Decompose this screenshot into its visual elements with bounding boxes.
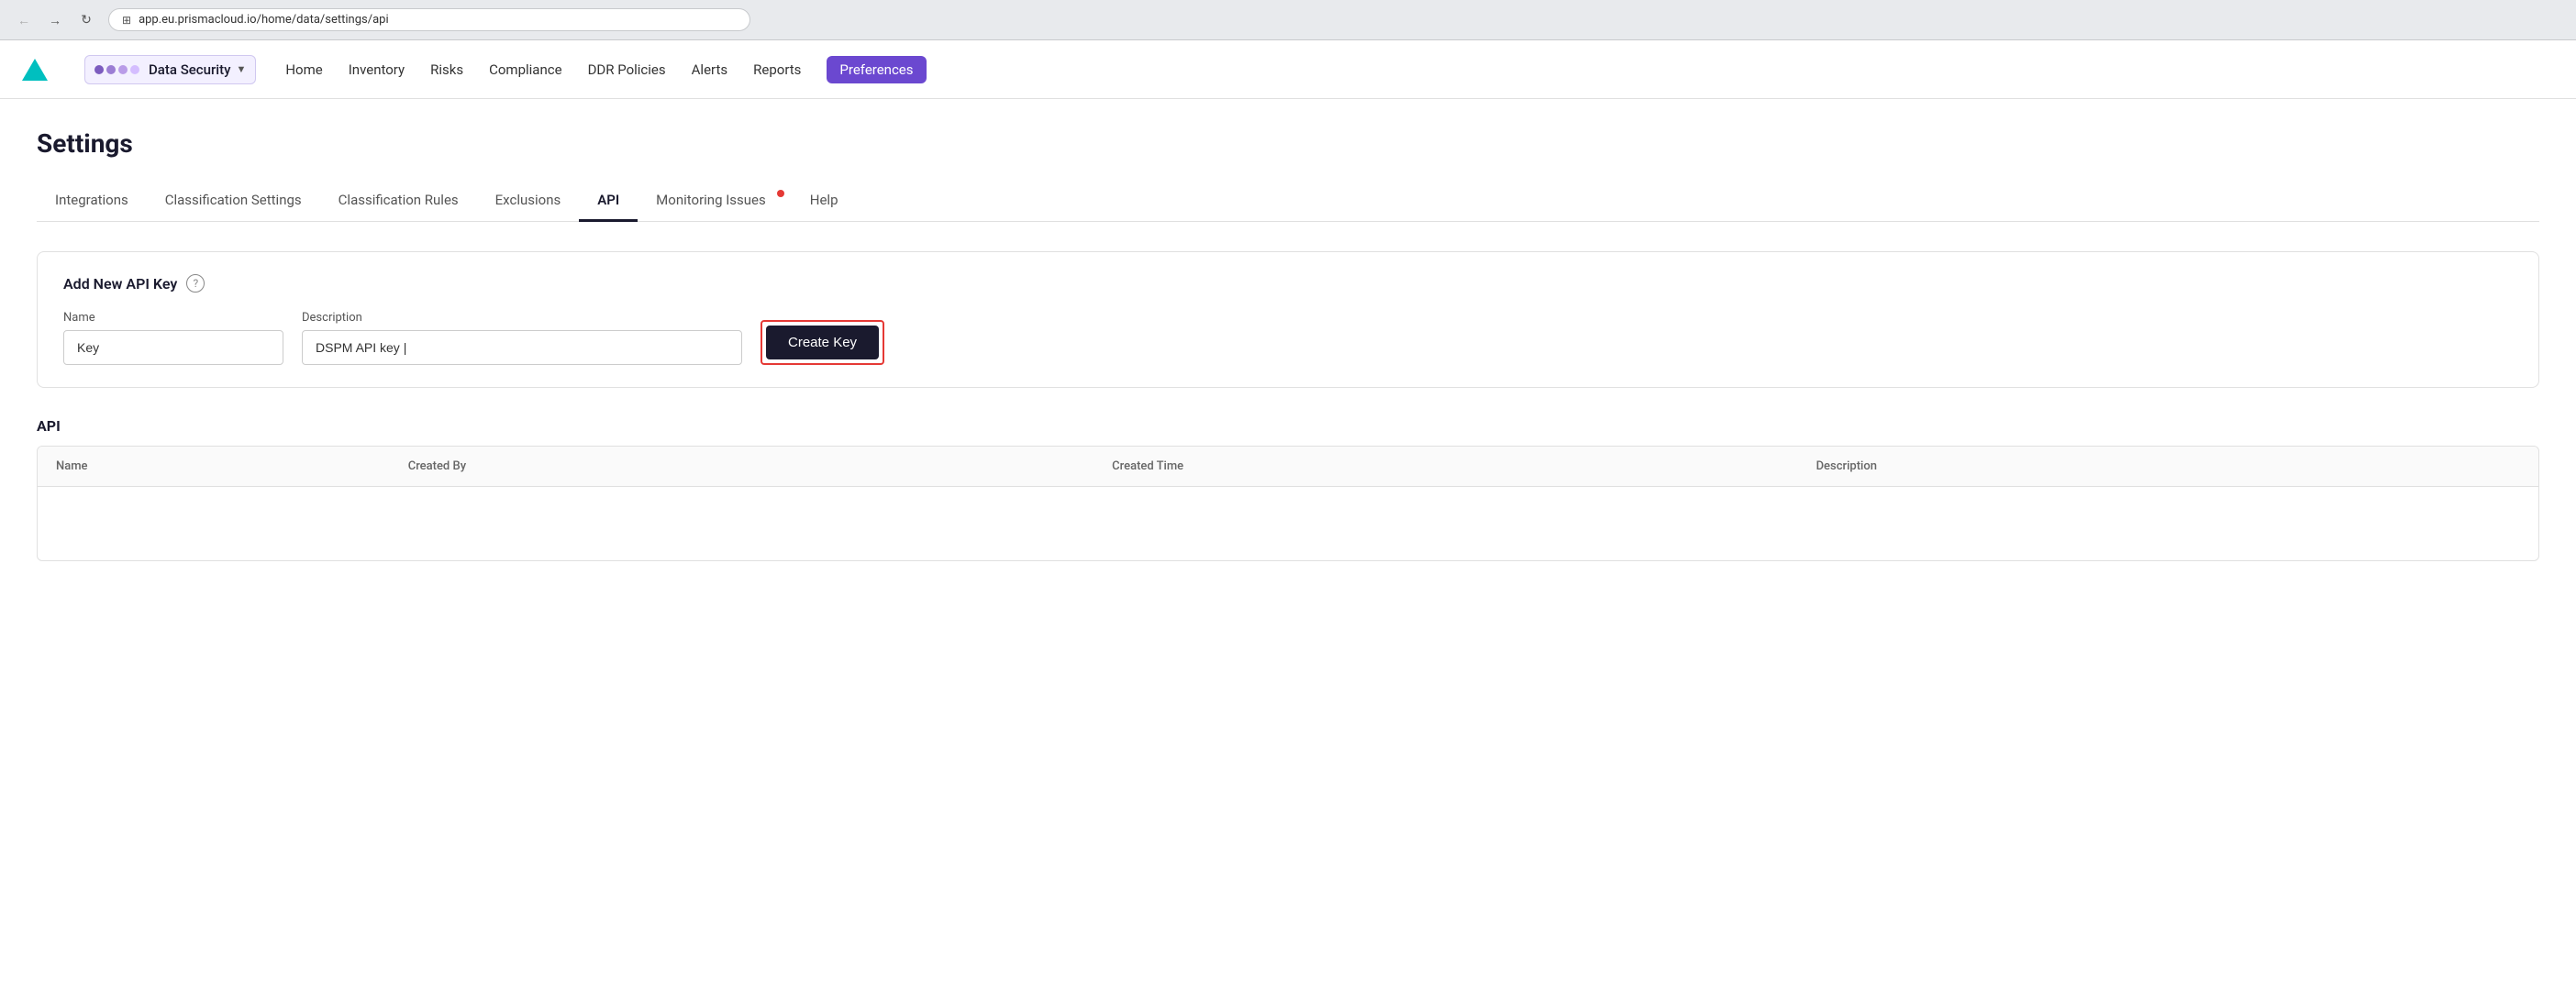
name-input[interactable] — [63, 330, 283, 365]
browser-chrome: ← → ↻ ⊞ app.eu.prismacloud.io/home/data/… — [0, 0, 2576, 40]
description-label: Description — [302, 311, 742, 325]
brand-dot-2 — [106, 65, 116, 74]
name-label: Name — [63, 311, 283, 325]
brand-dropdown[interactable]: Data Security ▼ — [84, 55, 256, 84]
table-header-row: Name Created By Created Time Description — [38, 447, 2538, 487]
form-row: Name Description Create Key — [63, 311, 2513, 365]
nav-item-ddr-policies[interactable]: DDR Policies — [588, 58, 666, 82]
col-name: Name — [56, 459, 408, 473]
address-bar-icon: ⊞ — [122, 14, 131, 27]
tab-help[interactable]: Help — [792, 181, 857, 222]
nav-item-alerts[interactable]: Alerts — [692, 58, 728, 82]
brand-dot-1 — [94, 65, 104, 74]
page-content: Settings Integrations Classification Set… — [0, 99, 2576, 994]
tab-monitoring-issues[interactable]: Monitoring Issues — [638, 181, 792, 222]
brand-dot-4 — [130, 65, 139, 74]
col-created-by: Created By — [408, 459, 1112, 473]
section-header: Add New API Key ? — [63, 274, 2513, 293]
section-header-title: Add New API Key — [63, 275, 177, 293]
brand-label: Data Security — [149, 61, 230, 78]
help-icon[interactable]: ? — [186, 274, 205, 293]
browser-nav-buttons: ← → ↻ — [11, 7, 99, 33]
table-empty-row — [38, 487, 2538, 560]
page-title: Settings — [37, 128, 2539, 159]
prisma-logo-icon — [22, 59, 48, 81]
app-shell: Data Security ▼ Home Inventory Risks Com… — [0, 40, 2576, 994]
tab-integrations[interactable]: Integrations — [37, 181, 147, 222]
tab-classification-rules[interactable]: Classification Rules — [320, 181, 477, 222]
description-field: Description — [302, 311, 742, 365]
nav-item-inventory[interactable]: Inventory — [349, 58, 405, 82]
brand-dot-3 — [118, 65, 128, 74]
nav-logo — [22, 59, 48, 81]
tab-classification-settings[interactable]: Classification Settings — [147, 181, 320, 222]
tab-exclusions[interactable]: Exclusions — [477, 181, 580, 222]
back-button[interactable]: ← — [11, 7, 37, 33]
address-bar[interactable]: ⊞ app.eu.prismacloud.io/home/data/settin… — [108, 8, 750, 31]
nav-item-home[interactable]: Home — [285, 58, 322, 82]
col-created-time: Created Time — [1112, 459, 1815, 473]
api-section-title: API — [37, 417, 2539, 435]
forward-button[interactable]: → — [42, 7, 68, 33]
col-description: Description — [1816, 459, 2520, 473]
name-field: Name — [63, 311, 283, 365]
create-key-wrapper: Create Key — [761, 320, 884, 365]
nav-item-compliance[interactable]: Compliance — [489, 58, 561, 82]
api-table: Name Created By Created Time Description — [37, 446, 2539, 561]
api-section: API Name Created By Created Time Descrip… — [37, 417, 2539, 561]
monitoring-issues-badge — [777, 190, 784, 197]
reload-button[interactable]: ↻ — [73, 7, 99, 33]
nav-item-reports[interactable]: Reports — [753, 58, 801, 82]
address-bar-url: app.eu.prismacloud.io/home/data/settings… — [139, 13, 389, 27]
create-key-button[interactable]: Create Key — [766, 326, 879, 359]
nav-menu: Home Inventory Risks Compliance DDR Poli… — [285, 56, 926, 83]
brand-chevron-icon: ▼ — [236, 63, 246, 75]
top-nav: Data Security ▼ Home Inventory Risks Com… — [0, 40, 2576, 99]
tab-api[interactable]: API — [579, 181, 638, 222]
brand-dots — [94, 65, 139, 74]
nav-item-risks[interactable]: Risks — [430, 58, 463, 82]
tabs: Integrations Classification Settings Cla… — [37, 181, 2539, 222]
add-api-key-card: Add New API Key ? Name Description Creat… — [37, 251, 2539, 388]
description-input[interactable] — [302, 330, 742, 365]
nav-item-preferences[interactable]: Preferences — [827, 56, 926, 83]
